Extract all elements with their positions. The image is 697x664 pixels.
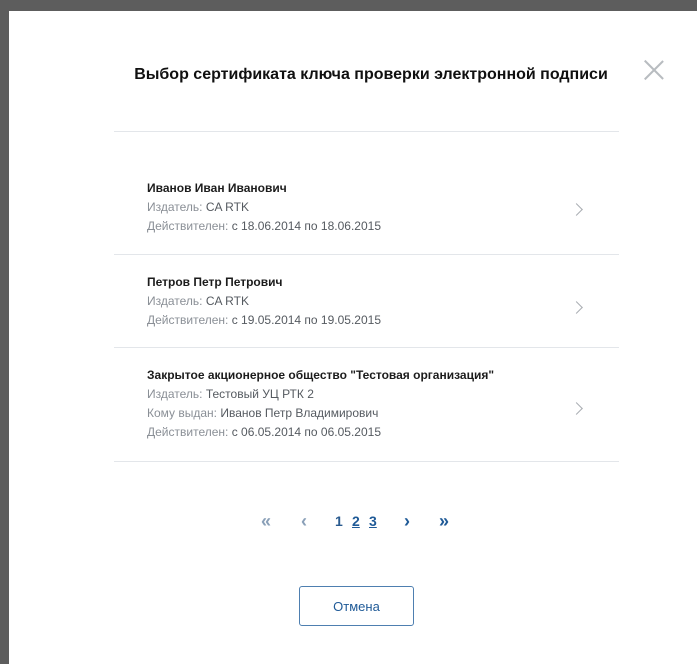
issuer-label: Издатель:: [147, 387, 203, 401]
certificate-validity: Действителен: с 18.06.2014 по 18.06.2015: [147, 219, 381, 233]
certificate-validity: Действителен: с 19.05.2014 по 19.05.2015: [147, 313, 381, 327]
divider: [114, 254, 619, 255]
close-icon[interactable]: [643, 59, 665, 81]
certificate-validity: Действителен: с 06.05.2014 по 06.05.2015: [147, 425, 381, 439]
issuer-value: CA RTK: [205, 200, 249, 214]
divider: [114, 347, 619, 348]
certificate-issued-to: Кому выдан: Иванов Петр Владимирович: [147, 406, 378, 420]
certificate-issuer: Издатель: CA RTK: [147, 200, 249, 214]
issuer-value: Тестовый УЦ РТК 2: [205, 387, 314, 401]
page-3-button[interactable]: 3: [369, 509, 377, 533]
issued-to-value: Иванов Петр Владимирович: [220, 406, 379, 420]
cancel-button[interactable]: Отмена: [299, 586, 414, 626]
validity-value: с 19.05.2014 по 19.05.2015: [231, 313, 381, 327]
certificate-item-2[interactable]: Петров Петр Петрович Издатель: CA RTK Де…: [114, 261, 619, 347]
validity-value: с 06.05.2014 по 06.05.2015: [231, 425, 381, 439]
chevron-right-icon: [570, 402, 583, 415]
chevron-right-icon: [570, 203, 583, 216]
page-2-button[interactable]: 2: [352, 509, 360, 533]
certificate-issuer: Издатель: CA RTK: [147, 294, 249, 308]
first-page-button[interactable]: «: [261, 509, 271, 533]
validity-label: Действителен:: [147, 425, 229, 439]
certificate-item-3[interactable]: Закрытое акционерное общество "Тестовая …: [114, 356, 619, 460]
next-page-button[interactable]: ›: [404, 509, 410, 533]
chevron-right-icon: [570, 301, 583, 314]
validity-label: Действителен:: [147, 219, 229, 233]
divider: [114, 131, 619, 132]
certificate-issuer: Издатель: Тестовый УЦ РТК 2: [147, 387, 314, 401]
certificate-name: Иванов Иван Иванович: [147, 181, 287, 195]
issued-to-label: Кому выдан:: [147, 406, 218, 420]
certificate-item-1[interactable]: Иванов Иван Иванович Издатель: CA RTK Де…: [114, 161, 619, 247]
issuer-value: CA RTK: [205, 294, 249, 308]
pagination: « ‹ 1 2 3 › »: [9, 509, 697, 533]
certificate-name: Петров Петр Петрович: [147, 275, 283, 289]
prev-page-button[interactable]: ‹: [301, 509, 307, 533]
certificate-dialog: Выбор сертификата ключа проверки электро…: [9, 11, 697, 664]
issuer-label: Издатель:: [147, 294, 203, 308]
divider: [114, 461, 619, 462]
page-1-button[interactable]: 1: [335, 509, 343, 533]
validity-label: Действителен:: [147, 313, 229, 327]
validity-value: с 18.06.2014 по 18.06.2015: [231, 219, 381, 233]
issuer-label: Издатель:: [147, 200, 203, 214]
last-page-button[interactable]: »: [439, 509, 449, 533]
certificate-name: Закрытое акционерное общество "Тестовая …: [147, 368, 495, 382]
dialog-title: Выбор сертификата ключа проверки электро…: [134, 66, 608, 83]
